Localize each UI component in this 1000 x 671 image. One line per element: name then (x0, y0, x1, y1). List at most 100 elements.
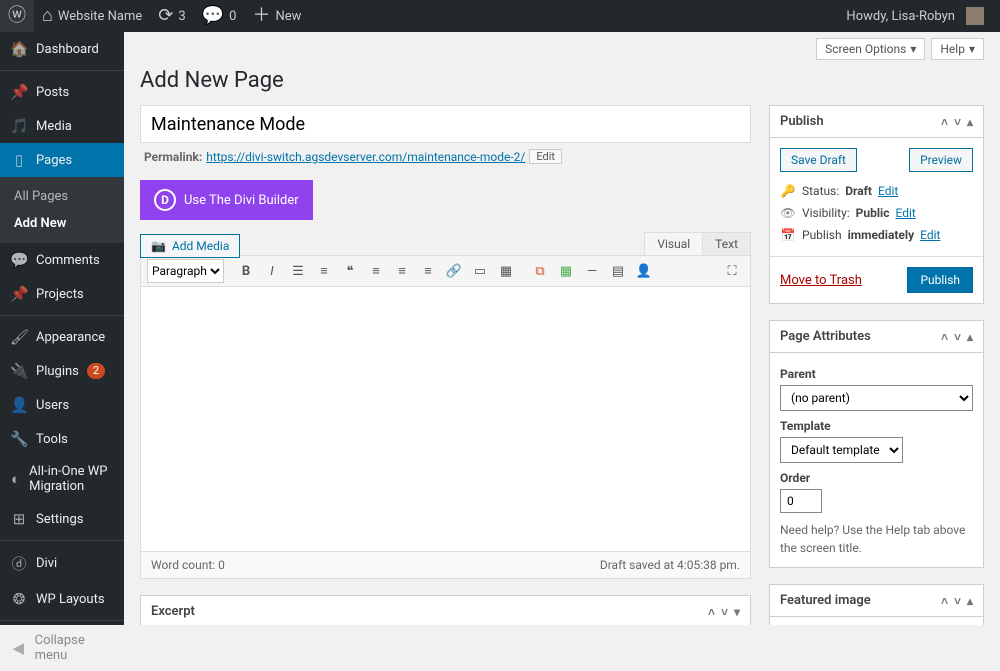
triangle-down-icon: ▾ (969, 42, 975, 56)
menu-wp-layouts[interactable]: ❂WP Layouts (0, 582, 124, 616)
move-up-icon[interactable]: ˄ (708, 605, 715, 619)
bold-button[interactable]: B (234, 259, 258, 283)
featured-image-box: Featured image ˄˅▴ Set featured image (769, 584, 984, 625)
word-count: Word count: 0 (151, 558, 225, 572)
move-down-icon[interactable]: ˅ (954, 330, 961, 344)
wp-admin-bar: ⓦ ⌂Website Name ⟳3 💬0 ＋New Howdy, Lisa-R… (0, 0, 1000, 32)
menu-pages[interactable]: ▯Pages (0, 143, 124, 177)
add-media-button[interactable]: 📷Add Media (140, 234, 240, 258)
edit-schedule-link[interactable]: Edit (920, 228, 940, 242)
sliders-icon: ⊞ (10, 510, 28, 528)
menu-plugins[interactable]: 🔌Plugins 2 (0, 354, 124, 388)
new-content-button[interactable]: ＋New (244, 0, 309, 32)
site-name-link[interactable]: ⌂Website Name (34, 0, 150, 32)
submenu-add-new[interactable]: Add New (0, 210, 124, 237)
edit-permalink-button[interactable]: Edit (529, 149, 562, 164)
attributes-help-text: Need help? Use the Help tab above the sc… (780, 521, 973, 557)
more-button[interactable]: ▭ (468, 259, 492, 283)
icon-picker-2[interactable]: ▦ (554, 259, 578, 283)
menu-users[interactable]: 👤Users (0, 388, 124, 422)
move-up-icon[interactable]: ˄ (941, 115, 948, 129)
move-up-icon[interactable]: ˄ (941, 594, 948, 608)
order-input[interactable] (780, 489, 822, 513)
toggle-panel-icon[interactable]: ▴ (967, 330, 973, 344)
submenu-all-pages[interactable]: All Pages (0, 183, 124, 210)
wrench-icon: 🔧 (10, 430, 28, 448)
menu-tools[interactable]: 🔧Tools (0, 422, 124, 456)
help-button[interactable]: Help ▾ (931, 38, 984, 60)
save-draft-button[interactable]: Save Draft (780, 148, 857, 172)
editor-toolbar: Paragraph B I ☰ ≡ ❝ ≡ ≡ ≡ 🔗 ▭ ▦ (141, 256, 750, 287)
toggle-panel-icon[interactable]: ▴ (967, 115, 973, 129)
calendar-icon: 📅 (780, 228, 796, 242)
format-select[interactable]: Paragraph (147, 259, 224, 283)
image-button[interactable]: ▤ (606, 259, 630, 283)
numbered-list-button[interactable]: ≡ (312, 259, 336, 283)
toggle-panel-icon[interactable]: ▾ (734, 605, 740, 619)
align-left-button[interactable]: ≡ (364, 259, 388, 283)
user-button[interactable]: 👤 (632, 259, 656, 283)
comment-icon: 💬 (10, 251, 28, 269)
move-to-trash-link[interactable]: Move to Trash (780, 273, 862, 288)
menu-media[interactable]: 🎵Media (0, 109, 124, 143)
menu-projects[interactable]: 📌Projects (0, 277, 124, 311)
pages-icon: ▯ (10, 151, 28, 169)
permalink-link[interactable]: https://divi-switch.agsdevserver.com/mai… (206, 150, 525, 164)
menu-posts[interactable]: 📌Posts (0, 70, 124, 109)
wp-logo[interactable]: ⓦ (0, 0, 34, 32)
home-icon: ⌂ (42, 7, 53, 25)
hr-button[interactable]: — (580, 259, 604, 283)
menu-dashboard[interactable]: 🏠Dashboard (0, 32, 124, 66)
plugins-badge: 2 (87, 363, 105, 379)
permalink-row: Permalink: https://divi-switch.agsdevser… (140, 143, 751, 170)
projects-icon: 📌 (10, 285, 28, 303)
edit-visibility-link[interactable]: Edit (895, 206, 915, 220)
excerpt-title: Excerpt (151, 604, 195, 619)
admin-side-menu: 🏠Dashboard 📌Posts 🎵Media ▯Pages All Page… (0, 32, 124, 625)
users-icon: 👤 (10, 396, 28, 414)
move-down-icon[interactable]: ˅ (954, 594, 961, 608)
toggle-panel-icon[interactable]: ▴ (967, 594, 973, 608)
toolbar-toggle-button[interactable]: ▦ (494, 259, 518, 283)
icon-picker-1[interactable]: ⧉ (528, 259, 552, 283)
move-down-icon[interactable]: ˅ (721, 605, 728, 619)
draft-saved-status: Draft saved at 4:05:38 pm. (600, 558, 740, 572)
move-up-icon[interactable]: ˄ (941, 330, 948, 344)
brush-icon: 🖌 (10, 328, 28, 346)
menu-settings[interactable]: ⊞Settings (0, 502, 124, 536)
preview-button[interactable]: Preview (909, 148, 973, 172)
menu-aio-migration[interactable]: ◐All-in-One WP Migration (0, 456, 124, 502)
my-account[interactable]: Howdy, Lisa-Robyn (838, 0, 992, 32)
move-down-icon[interactable]: ˅ (954, 115, 961, 129)
tab-text[interactable]: Text (702, 232, 751, 255)
updates-indicator[interactable]: ⟳3 (150, 0, 193, 32)
camera-icon: 📷 (151, 239, 166, 253)
screen-options-button[interactable]: Screen Options ▾ (816, 38, 925, 60)
publish-button[interactable]: Publish (907, 267, 973, 293)
align-center-button[interactable]: ≡ (390, 259, 414, 283)
editor-content-area[interactable] (141, 287, 750, 551)
edit-status-link[interactable]: Edit (878, 184, 898, 198)
bullet-list-button[interactable]: ☰ (286, 259, 310, 283)
use-divi-builder-button[interactable]: D Use The Divi Builder (140, 180, 313, 220)
collapse-menu[interactable]: ◀Collapse menu (0, 620, 124, 671)
link-button[interactable]: 🔗 (442, 259, 466, 283)
blockquote-button[interactable]: ❝ (338, 259, 362, 283)
parent-select[interactable]: (no parent) (780, 385, 973, 411)
italic-button[interactable]: I (260, 259, 284, 283)
refresh-icon: ⟳ (158, 7, 173, 25)
template-select[interactable]: Default template (780, 437, 903, 463)
media-icon: 🎵 (10, 117, 28, 135)
plus-icon: ＋ (252, 7, 270, 25)
title-input[interactable] (140, 105, 751, 143)
menu-appearance[interactable]: 🖌Appearance (0, 315, 124, 354)
menu-comments[interactable]: 💬Comments (0, 243, 124, 277)
key-icon: 🔑 (780, 184, 796, 198)
collapse-icon: ◀ (10, 639, 27, 657)
align-right-button[interactable]: ≡ (416, 259, 440, 283)
fullscreen-button[interactable]: ⛶ (720, 259, 744, 283)
comments-indicator[interactable]: 💬0 (194, 0, 245, 32)
divi-logo-icon: D (154, 189, 176, 211)
menu-divi[interactable]: ⓓDivi (0, 540, 124, 582)
tab-visual[interactable]: Visual (644, 232, 703, 255)
